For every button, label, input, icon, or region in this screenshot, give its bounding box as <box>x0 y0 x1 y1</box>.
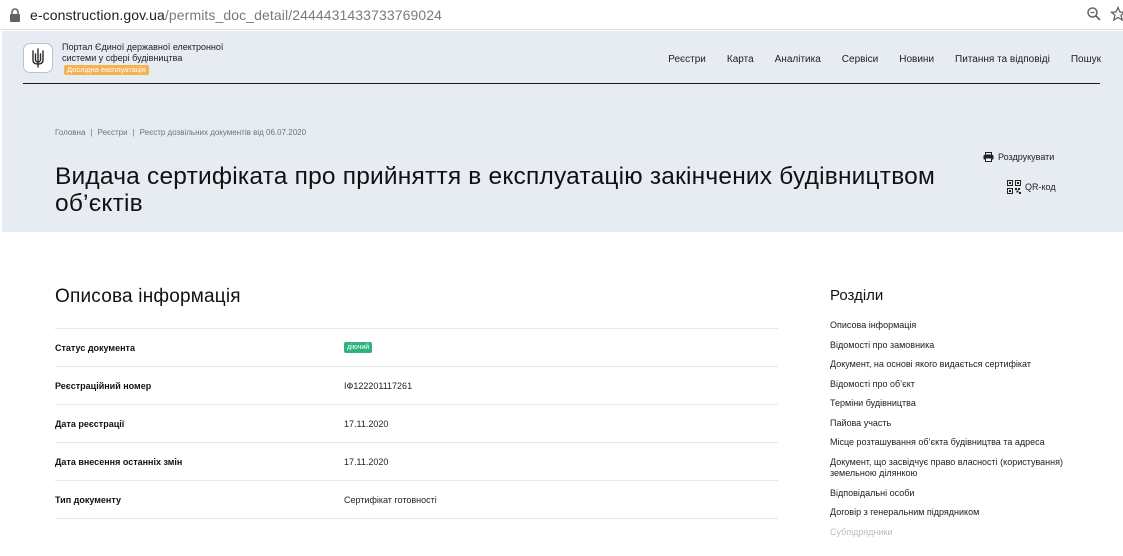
toc-item[interactable]: Описова інформація <box>830 320 1070 332</box>
toc-list: Описова інформація Відомості про замовни… <box>830 320 1070 546</box>
print-button[interactable]: Роздрукувати <box>983 152 1054 162</box>
nav-services[interactable]: Сервіси <box>842 54 878 65</box>
toc-item[interactable]: Субпідрядники <box>830 527 1070 539</box>
row-label: Тип документу <box>55 495 121 505</box>
breadcrumb-registries[interactable]: Реєстри <box>97 128 127 137</box>
table-row <box>55 518 778 556</box>
main-nav: Реєстри Карта Аналітика Сервіси Новини П… <box>647 54 1101 65</box>
table-row: Тип документу Сертифікат готовності <box>55 480 778 518</box>
header-divider <box>23 83 1100 84</box>
row-label: Дата внесення останніх змін <box>55 457 182 467</box>
nav-faq[interactable]: Питання та відповіді <box>955 54 1050 65</box>
toc-item[interactable]: Відомості про замовника <box>830 340 1070 352</box>
nav-map[interactable]: Карта <box>727 54 754 65</box>
toc-item[interactable]: Пайова участь <box>830 418 1070 430</box>
breadcrumb-current[interactable]: Реєстр дозвільних документів від 06.07.2… <box>140 128 306 137</box>
table-row: Дата реєстрації 17.11.2020 <box>55 404 778 442</box>
logo[interactable] <box>23 43 53 73</box>
lock-icon <box>9 8 21 22</box>
url-text[interactable]: e-construction.gov.ua/permits_doc_detail… <box>30 7 442 23</box>
row-label: Статус документа <box>55 343 135 353</box>
row-label: Реєстраційний номер <box>55 381 151 391</box>
portal-name[interactable]: Портал Єдиної державної електронної сист… <box>62 42 232 75</box>
toc-title: Розділи <box>830 287 883 304</box>
nav-analytics[interactable]: Аналітика <box>775 54 821 65</box>
row-label: Дата реєстрації <box>55 419 124 429</box>
toc-item[interactable]: Відомості про об’єкт <box>830 379 1070 391</box>
table-row: Дата внесення останніх змін 17.11.2020 <box>55 442 778 480</box>
breadcrumb-separator: | <box>133 128 135 137</box>
toc-item[interactable]: Терміни будівництва <box>830 398 1070 410</box>
page-title: Видача сертифіката про прийняття в експл… <box>55 163 975 217</box>
row-value: Сертифікат готовності <box>344 495 437 505</box>
breadcrumb-separator: | <box>90 128 92 137</box>
table-row: Статус документа діючий <box>55 328 778 366</box>
nav-news[interactable]: Новини <box>899 54 934 65</box>
url-path: /permits_doc_detail/2444431433733769024 <box>165 7 442 23</box>
toc-item[interactable]: Місце розташування об’єкта будівництва т… <box>830 437 1070 449</box>
trial-badge: Дослідна експлуатація <box>64 65 149 75</box>
url-host: e-construction.gov.ua <box>30 7 165 23</box>
portal-name-text: Портал Єдиної державної електронної сист… <box>62 42 223 63</box>
toc-item[interactable]: Документ, на основі якого видається серт… <box>830 359 1070 371</box>
nav-search[interactable]: Пошук <box>1071 54 1101 65</box>
trident-icon <box>30 48 46 68</box>
printer-icon <box>983 152 994 162</box>
table-row: Реєстраційний номер ІФ122201117261 <box>55 366 778 404</box>
bookmark-star-icon[interactable] <box>1110 6 1123 22</box>
row-value: ІФ122201117261 <box>344 381 412 391</box>
breadcrumb-home[interactable]: Головна <box>55 128 85 137</box>
row-value: 17.11.2020 <box>344 457 388 467</box>
hero-section: Портал Єдиної державної електронної сист… <box>2 31 1123 232</box>
toc-item[interactable]: Договір з генеральним підрядником <box>830 507 1070 519</box>
qr-code-button[interactable]: QR-код <box>1007 180 1056 194</box>
breadcrumb: Головна | Реєстри | Реєстр дозвільних до… <box>55 128 306 137</box>
zoom-icon[interactable] <box>1086 6 1102 22</box>
qr-code-icon <box>1007 180 1021 194</box>
print-label: Роздрукувати <box>998 152 1054 162</box>
browser-address-bar[interactable]: e-construction.gov.ua/permits_doc_detail… <box>0 0 1123 30</box>
page: Портал Єдиної державної електронної сист… <box>2 31 1123 536</box>
row-value: 17.11.2020 <box>344 419 388 429</box>
status-badge: діючий <box>344 342 372 353</box>
toc-item[interactable]: Документ, що засвідчує право власності (… <box>830 457 1070 480</box>
section-title: Описова інформація <box>55 286 241 308</box>
nav-registries[interactable]: Реєстри <box>668 54 706 65</box>
info-table: Статус документа діючий Реєстраційний но… <box>55 328 778 556</box>
qr-label: QR-код <box>1025 182 1056 192</box>
toc-item[interactable]: Відповідальні особи <box>830 488 1070 500</box>
